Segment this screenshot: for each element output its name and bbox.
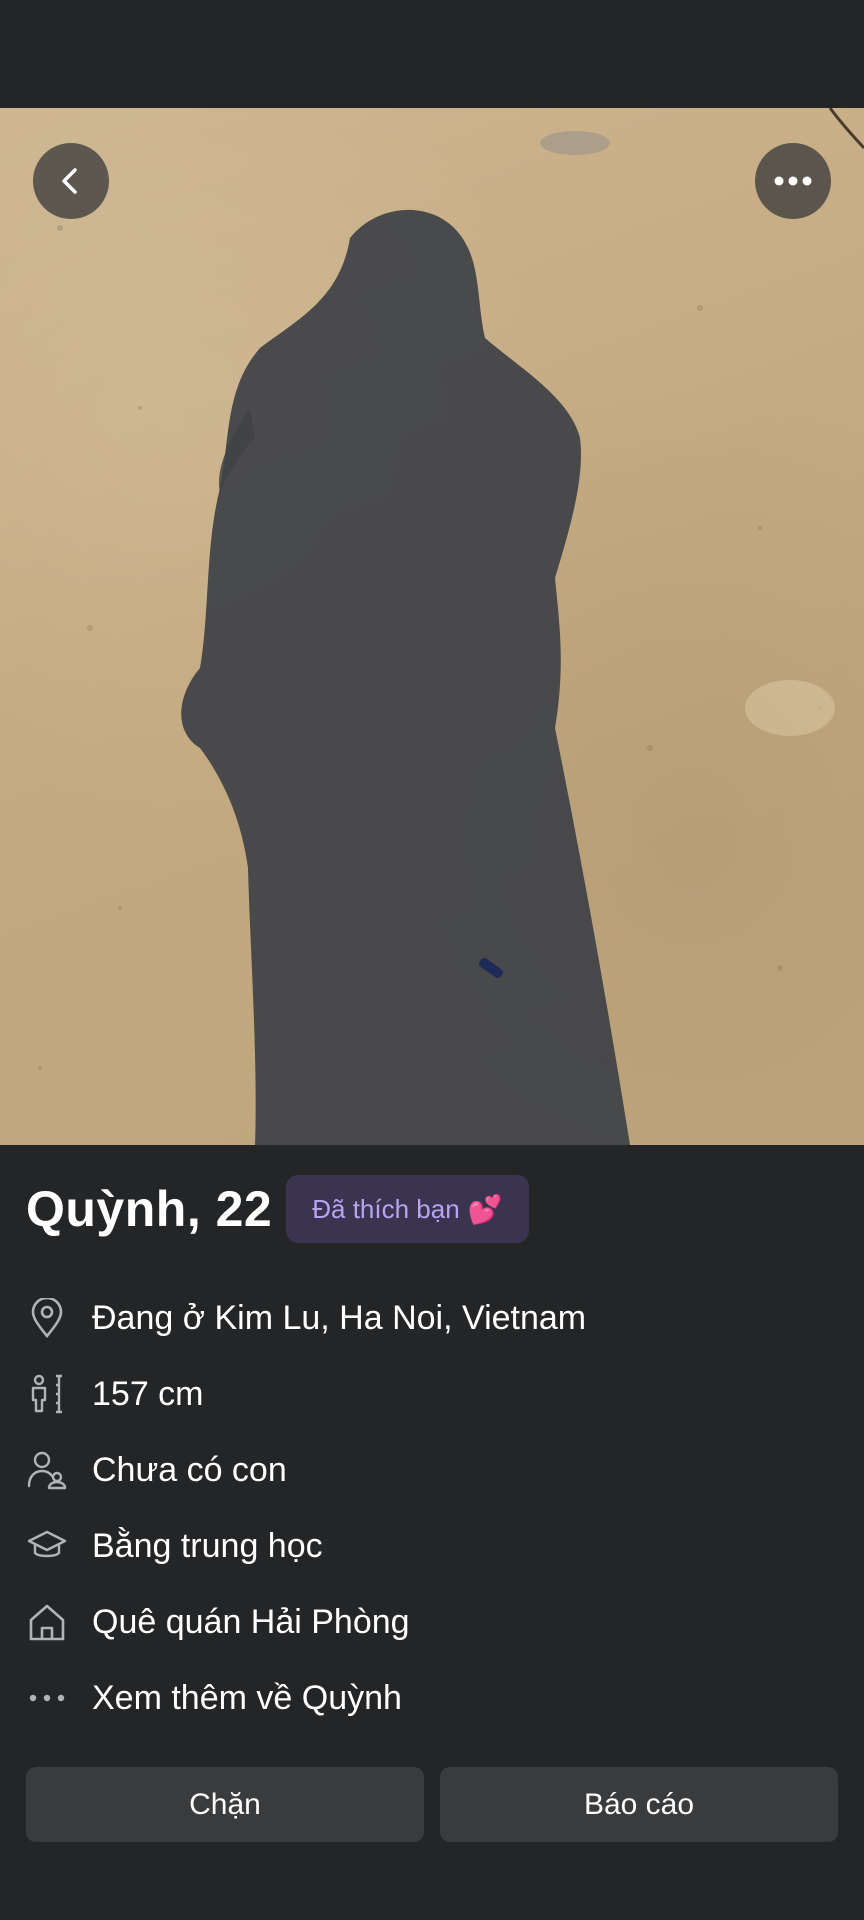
info-hometown: Quê quán Hải Phòng (26, 1584, 838, 1660)
profile-info-list: Đang ở Kim Lu, Ha Noi, Vietnam 157 cm Ch… (26, 1280, 838, 1736)
location-pin-icon (26, 1297, 68, 1339)
status-bar (0, 0, 864, 108)
height-icon (26, 1373, 68, 1415)
hometown-house-icon (26, 1601, 68, 1643)
info-location: Đang ở Kim Lu, Ha Noi, Vietnam (26, 1280, 838, 1356)
more-options-button[interactable] (755, 143, 831, 219)
see-more-link[interactable]: Xem thêm về Quỳnh (26, 1660, 838, 1736)
liked-badge-label: Đã thích bạn (312, 1193, 460, 1224)
info-education-text: Bằng trung học (92, 1526, 323, 1565)
chevron-left-icon (62, 168, 77, 194)
education-cap-icon (26, 1525, 68, 1567)
info-height: 157 cm (26, 1356, 838, 1432)
block-button[interactable]: Chặn (26, 1767, 424, 1842)
back-button[interactable] (33, 143, 109, 219)
see-more-text: Xem thêm về Quỳnh (92, 1678, 402, 1717)
info-hometown-text: Quê quán Hải Phòng (92, 1602, 410, 1641)
more-dots-icon (26, 1677, 68, 1719)
name-age: Quỳnh, 22 (26, 1181, 273, 1237)
children-icon (26, 1449, 68, 1491)
report-button[interactable]: Báo cáo (440, 1767, 838, 1842)
info-children: Chưa có con (26, 1432, 838, 1508)
profile-photo[interactable] (0, 108, 864, 1145)
shadow-silhouette-image (38, 108, 864, 1145)
liked-you-badge: Đã thích bạn 💕 (286, 1175, 529, 1243)
info-location-text: Đang ở Kim Lu, Ha Noi, Vietnam (92, 1298, 587, 1337)
action-buttons: Chặn Báo cáo (26, 1767, 838, 1842)
info-height-text: 157 cm (92, 1374, 204, 1413)
info-education: Bằng trung học (26, 1508, 838, 1584)
more-horizontal-icon (774, 176, 812, 186)
two-hearts-icon: 💕 (467, 1193, 503, 1225)
profile-header: Quỳnh, 22 Đã thích bạn 💕 (26, 1175, 529, 1243)
info-children-text: Chưa có con (92, 1450, 287, 1489)
